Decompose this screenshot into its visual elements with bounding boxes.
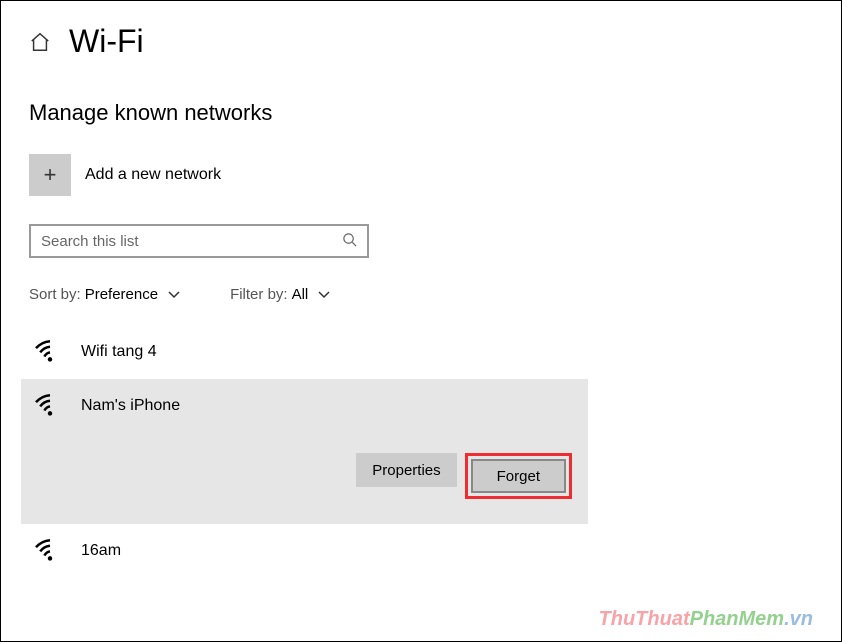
add-network-button[interactable]: + Add a new network xyxy=(1,126,841,196)
properties-button[interactable]: Properties xyxy=(356,453,456,487)
search-icon xyxy=(342,232,357,251)
sort-value: Preference xyxy=(85,286,158,303)
forget-button[interactable]: Forget xyxy=(471,459,566,493)
network-row: Nam's iPhone xyxy=(33,391,180,421)
watermark: ThuThuatPhanMem.vn xyxy=(599,608,813,631)
network-item[interactable]: 16am xyxy=(21,524,588,578)
wifi-icon xyxy=(33,536,67,566)
plus-icon: + xyxy=(29,154,71,196)
filter-label: Filter by: xyxy=(230,286,288,303)
wifi-icon xyxy=(33,391,67,421)
filter-value: All xyxy=(292,286,309,303)
filter-by-dropdown[interactable]: Filter by: All xyxy=(230,286,330,303)
add-network-label: Add a new network xyxy=(85,166,221,184)
forget-button-highlight: Forget xyxy=(465,453,572,499)
network-name: Wifi tang 4 xyxy=(81,343,157,361)
network-name: Nam's iPhone xyxy=(81,397,180,415)
filter-bar: Sort by: Preference Filter by: All xyxy=(1,258,841,303)
watermark-part-c: .vn xyxy=(784,608,813,630)
chevron-down-icon xyxy=(168,288,180,302)
home-icon[interactable] xyxy=(29,31,51,53)
watermark-part-b: PhanMem xyxy=(690,608,784,630)
network-item[interactable]: Wifi tang 4 xyxy=(21,325,588,379)
watermark-part-a: ThuThuat xyxy=(599,608,690,630)
chevron-down-icon xyxy=(318,288,330,302)
network-actions: Properties Forget xyxy=(356,453,580,499)
network-row: Wifi tang 4 xyxy=(33,337,157,367)
search-bar[interactable] xyxy=(29,224,369,258)
sort-label: Sort by: xyxy=(29,286,81,303)
header-bar: Wi-Fi xyxy=(1,1,841,60)
wifi-icon xyxy=(33,337,67,367)
network-item-selected[interactable]: Nam's iPhone Properties Forget xyxy=(21,379,588,524)
search-input[interactable] xyxy=(41,233,342,250)
section-subtitle: Manage known networks xyxy=(1,60,841,126)
sort-by-dropdown[interactable]: Sort by: Preference xyxy=(29,286,180,303)
page-title: Wi-Fi xyxy=(69,23,144,60)
network-list: Wifi tang 4 Nam's iPhone Properties Forg… xyxy=(1,325,841,578)
network-name: 16am xyxy=(81,542,121,560)
network-row: 16am xyxy=(33,536,121,566)
